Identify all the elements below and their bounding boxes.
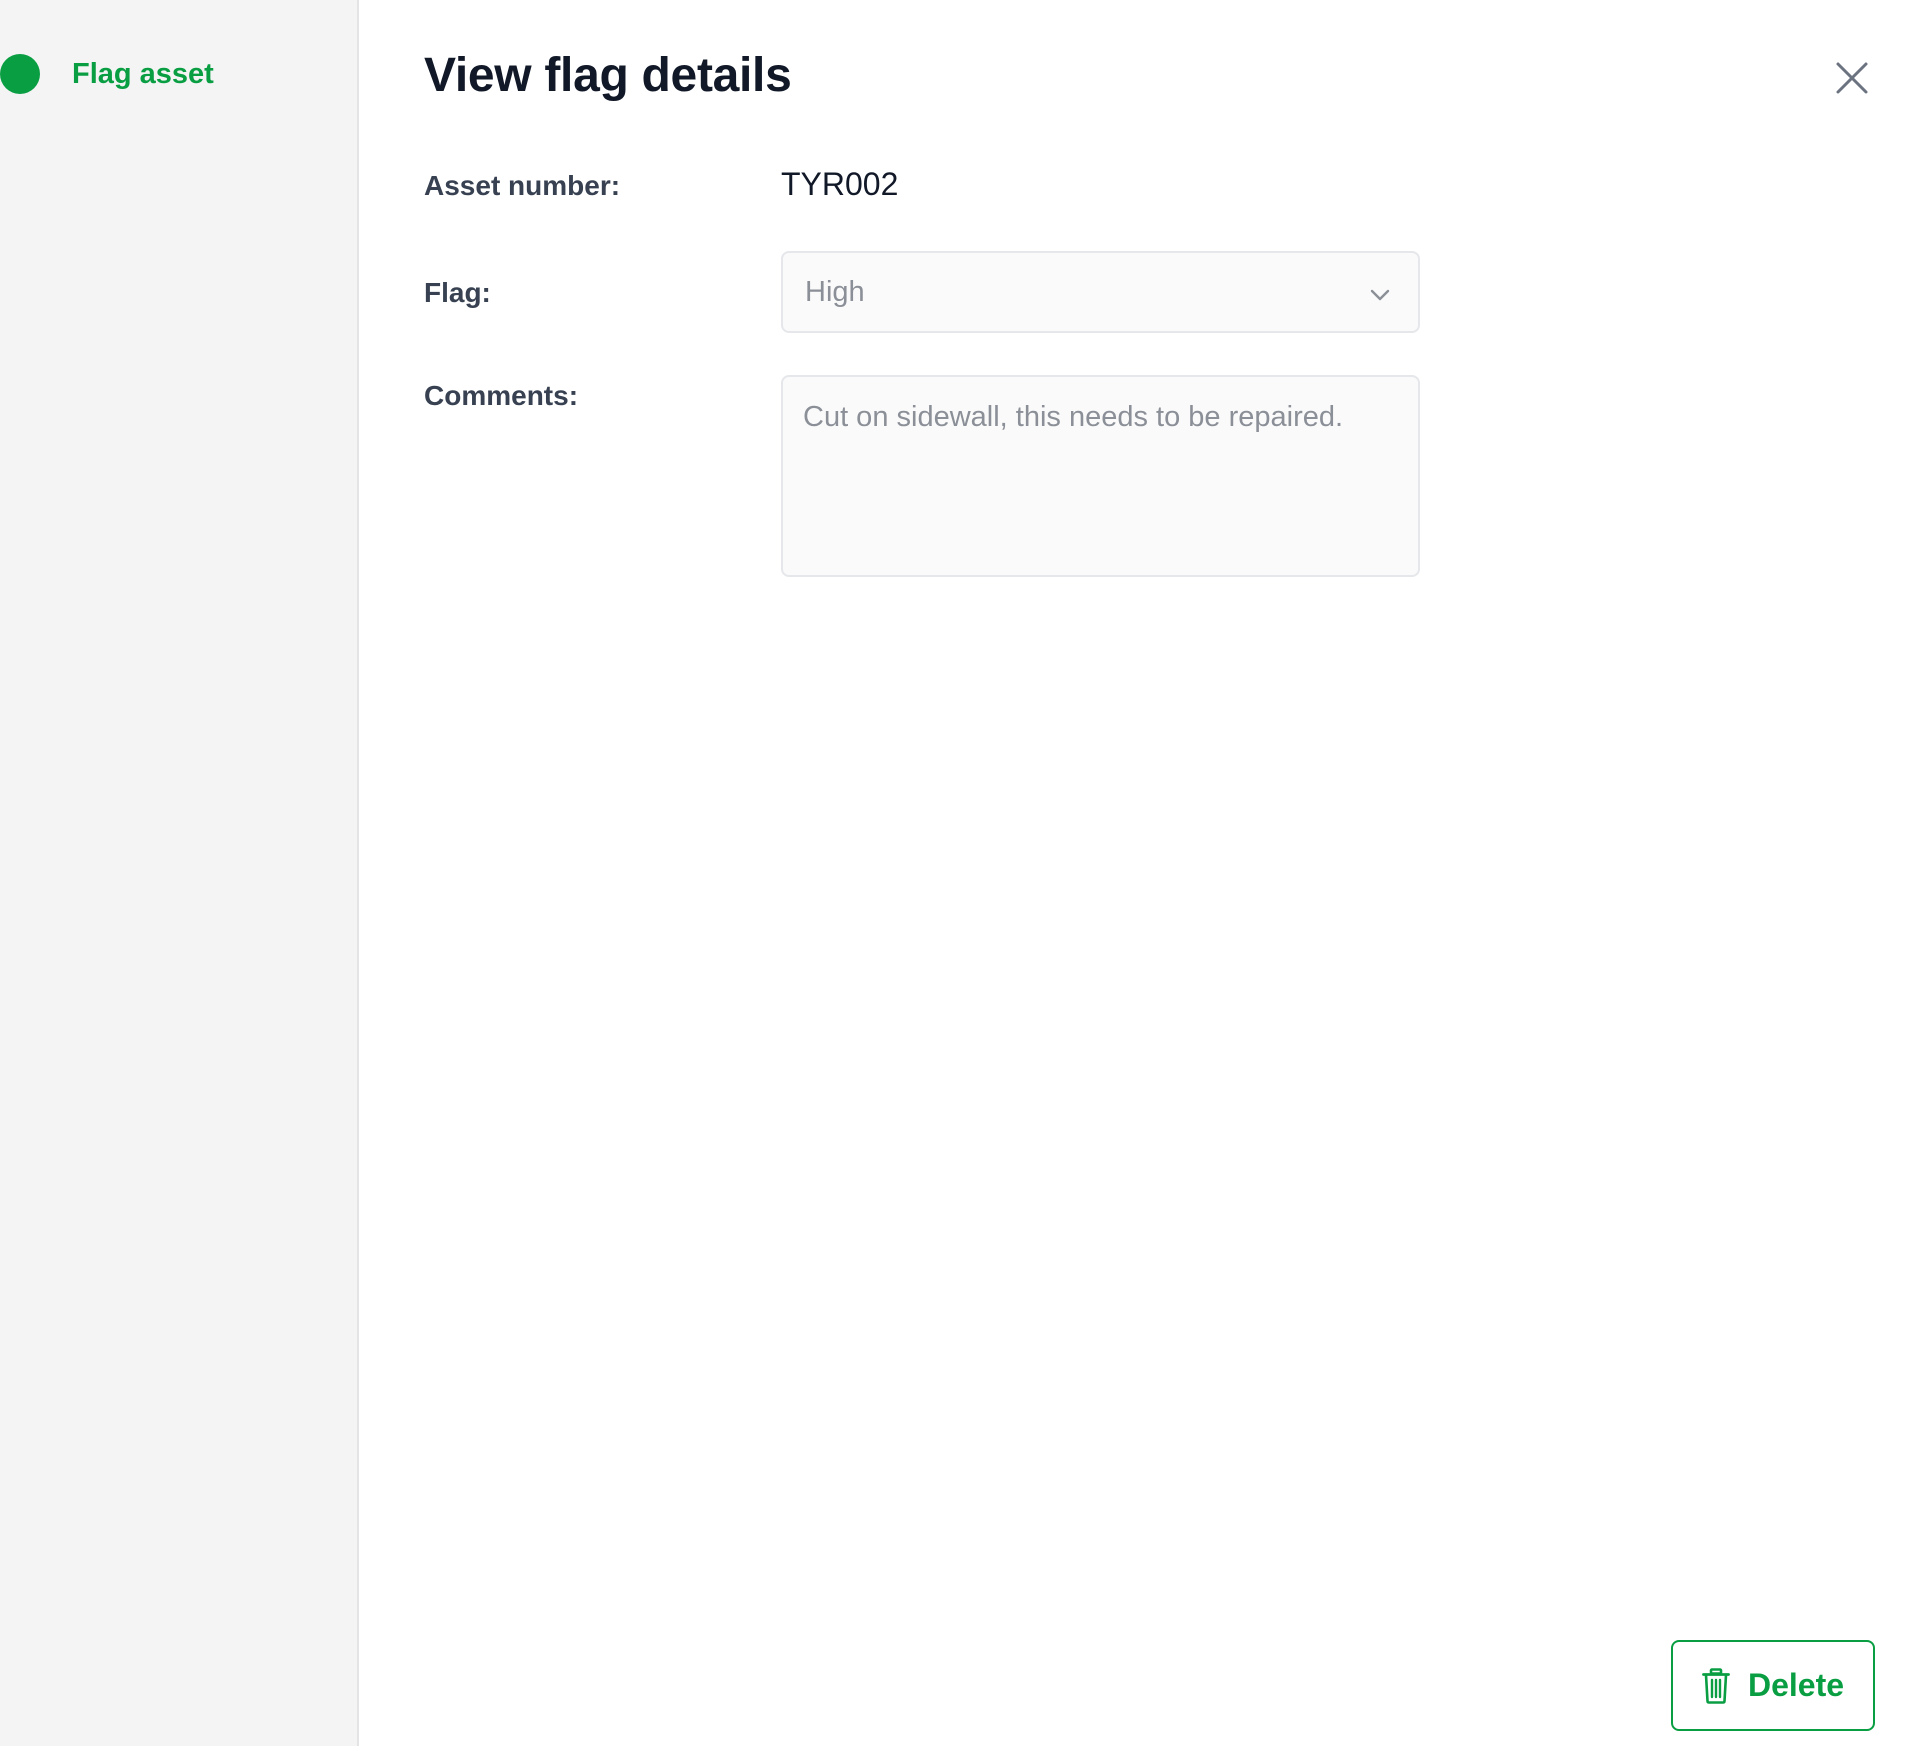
close-icon <box>1836 62 1868 94</box>
flag-select[interactable]: High <box>781 251 1420 333</box>
asset-number-value: TYR002 <box>781 166 899 202</box>
asset-number-label: Asset number: <box>424 170 621 201</box>
step-status-dot-icon <box>0 54 40 94</box>
sidebar: Flag asset <box>0 0 359 1746</box>
comments-label: Comments: <box>424 380 579 411</box>
page-title: View flag details <box>424 49 792 102</box>
delete-button-label: Delete <box>1747 1667 1845 1703</box>
flag-select-value: High <box>805 275 865 308</box>
comments-textarea[interactable]: Cut on sidewall, this needs to be repair… <box>781 375 1420 577</box>
trash-icon <box>1702 1667 1730 1704</box>
flag-details-panel: View flag details Asset number: TYR002 F… <box>359 0 1906 1746</box>
step-flag-asset[interactable]: Flag asset <box>0 52 214 96</box>
chevron-down-icon <box>1370 289 1390 301</box>
delete-button[interactable]: Delete <box>1671 1640 1875 1731</box>
close-button[interactable] <box>1833 59 1871 97</box>
step-label: Flag asset <box>72 57 214 90</box>
flag-label: Flag: <box>424 277 491 308</box>
